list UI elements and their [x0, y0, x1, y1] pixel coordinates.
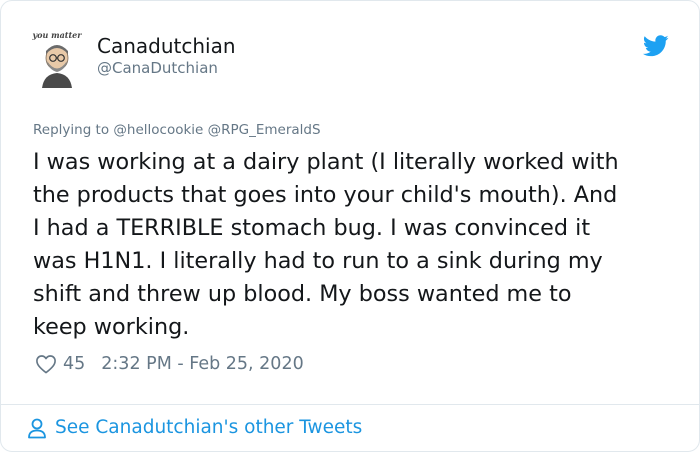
user-handle[interactable]: @CanaDutchian	[97, 58, 218, 78]
see-other-tweets-label[interactable]: See Canadutchian's other Tweets	[55, 415, 362, 441]
see-other-tweets-link[interactable]: See Canadutchian's other Tweets	[27, 415, 362, 441]
reply-context[interactable]: Replying to @hellocookie @RPG_EmeraldS	[33, 121, 321, 139]
tweet-meta: 45 2:32 PM - Feb 25, 2020	[35, 353, 304, 375]
like-count[interactable]: 45	[63, 354, 85, 374]
tweet-card: you matter Canadutchian @CanaDutchian Re…	[0, 0, 700, 452]
person-icon	[28, 418, 46, 439]
tweet-text: I was working at a dairy plant (I litera…	[33, 149, 619, 340]
avatar[interactable]: you matter	[32, 30, 82, 88]
tweet-timestamp[interactable]: 2:32 PM - Feb 25, 2020	[101, 354, 303, 374]
heart-icon[interactable]	[35, 354, 57, 374]
display-name[interactable]: Canadutchian	[97, 33, 236, 59]
avatar-caption: you matter	[32, 30, 82, 40]
divider	[1, 404, 699, 405]
twitter-bird-icon[interactable]	[643, 35, 669, 57]
